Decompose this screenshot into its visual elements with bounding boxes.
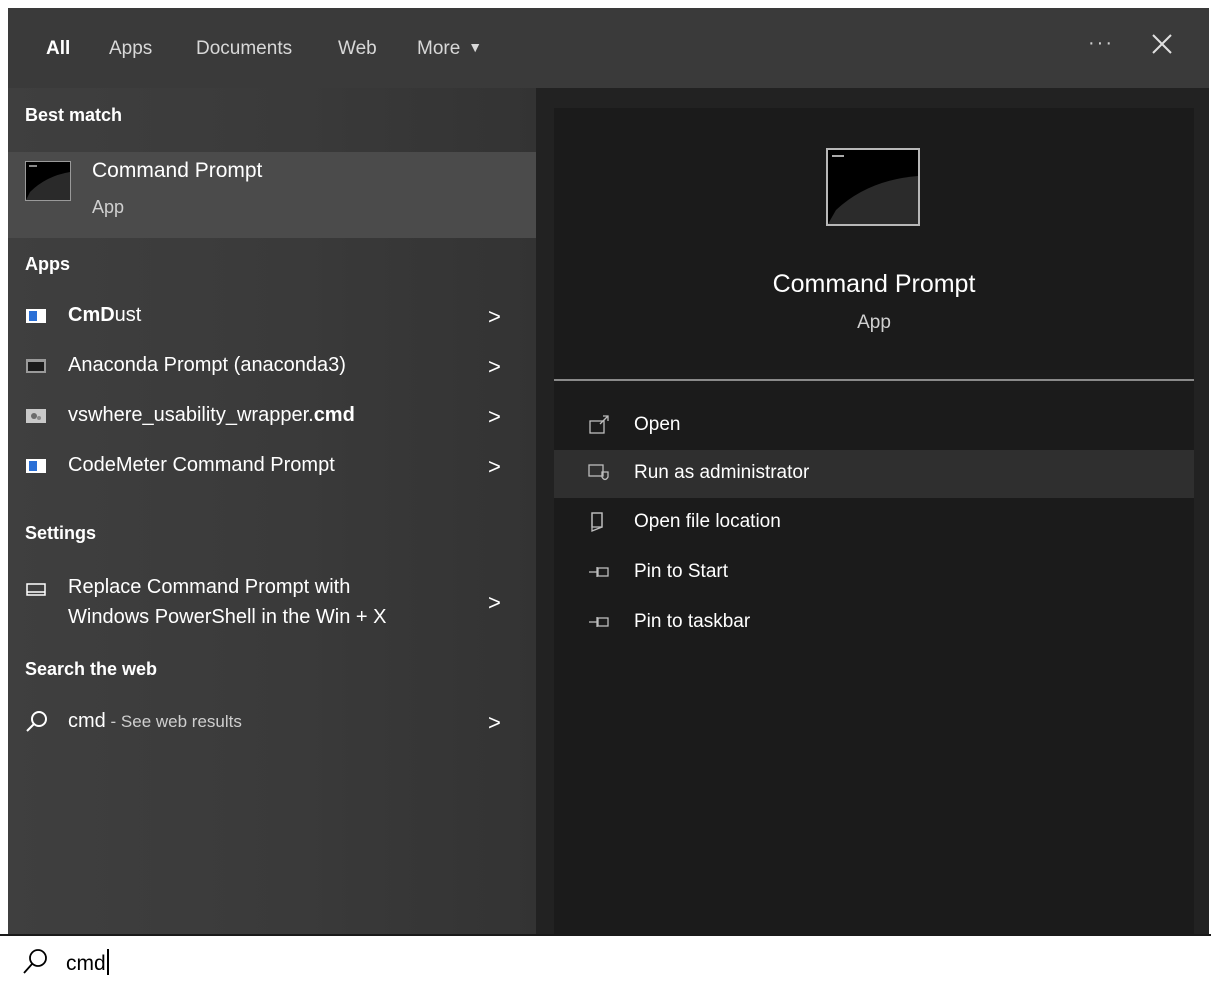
chevron-right-icon[interactable]: > xyxy=(488,590,501,616)
web-result[interactable]: cmd - See web results > xyxy=(8,700,536,746)
search-icon xyxy=(23,949,47,974)
tab-apps[interactable]: Apps xyxy=(109,38,152,60)
details-subtitle: App xyxy=(857,312,891,333)
action-run-as-administrator[interactable]: Run as administrator xyxy=(554,450,1194,498)
taskbar-settings-icon xyxy=(26,583,46,596)
action-label: Pin to Start xyxy=(634,561,728,582)
action-label: Open xyxy=(634,414,681,435)
action-pin-to-taskbar[interactable]: Pin to taskbar xyxy=(554,599,1194,647)
chevron-right-icon[interactable]: > xyxy=(488,304,501,330)
caret-down-icon: ▼ xyxy=(468,39,483,55)
tab-web[interactable]: Web xyxy=(338,38,377,60)
app-result-anaconda-prompt[interactable]: Anaconda Prompt (anaconda3) > xyxy=(8,344,536,390)
text-cursor xyxy=(106,949,109,975)
app-label: vswhere_usability_wrapper.cmd xyxy=(68,404,355,426)
chevron-right-icon[interactable]: > xyxy=(488,710,501,736)
action-open[interactable]: Open xyxy=(554,402,1194,450)
chevron-right-icon[interactable]: > xyxy=(488,454,501,480)
open-icon xyxy=(589,415,609,434)
web-result-label: cmd - See web results xyxy=(68,710,242,732)
command-prompt-icon xyxy=(25,161,71,201)
action-label: Pin to taskbar xyxy=(634,611,751,632)
details-divider xyxy=(554,379,1194,381)
search-input[interactable]: cmd xyxy=(66,949,109,976)
action-pin-to-start[interactable]: Pin to Start xyxy=(554,549,1194,597)
action-open-file-location[interactable]: Open file location xyxy=(554,499,1194,547)
app-result-vswhere[interactable]: vswhere_usability_wrapper.cmd > xyxy=(8,394,536,440)
script-file-icon xyxy=(26,409,46,423)
apps-heading: Apps xyxy=(25,254,70,274)
codemeter-app-icon xyxy=(26,459,46,473)
pin-icon xyxy=(589,567,609,577)
chevron-right-icon[interactable]: > xyxy=(488,404,501,430)
chevron-right-icon[interactable]: > xyxy=(488,354,501,380)
settings-heading: Settings xyxy=(25,523,97,543)
search-icon xyxy=(26,711,47,732)
best-match-title: Command Prompt xyxy=(92,159,263,182)
tab-more-label: More xyxy=(417,38,461,59)
search-box[interactable]: cmd xyxy=(0,934,1211,987)
best-match-heading: Best match xyxy=(25,105,123,125)
app-label: CmDust xyxy=(68,304,142,326)
search-window: All Apps Documents Web More ▼ ··· Best ma… xyxy=(8,8,1209,934)
file-location-icon xyxy=(591,512,603,532)
pin-icon xyxy=(589,617,609,627)
app-label: CodeMeter Command Prompt xyxy=(68,454,335,476)
filter-tab-bar: All Apps Documents Web More ▼ ··· xyxy=(8,8,1209,88)
action-label: Run as administrator xyxy=(634,462,810,483)
best-match-subtitle: App xyxy=(92,197,125,217)
app-result-cmdust[interactable]: CmDust > xyxy=(8,294,536,340)
app-result-codemeter[interactable]: CodeMeter Command Prompt > xyxy=(8,444,536,490)
app-label: Anaconda Prompt (anaconda3) xyxy=(68,354,346,376)
tab-all[interactable]: All xyxy=(46,38,70,60)
close-icon[interactable] xyxy=(1148,30,1176,58)
tab-documents[interactable]: Documents xyxy=(196,38,292,60)
search-web-heading: Search the web xyxy=(25,659,158,679)
settings-label: Replace Command Prompt with Windows Powe… xyxy=(68,576,387,628)
anaconda-prompt-icon xyxy=(26,359,46,373)
more-options-button[interactable]: ··· xyxy=(1088,32,1114,55)
settings-result-powershell[interactable]: Replace Command Prompt with Windows Powe… xyxy=(8,572,536,636)
cmdust-app-icon xyxy=(26,309,46,323)
command-prompt-large-icon xyxy=(826,148,920,226)
tab-more[interactable]: More ▼ xyxy=(417,38,482,60)
action-label: Open file location xyxy=(634,511,781,532)
best-match-item[interactable] xyxy=(8,152,536,238)
admin-shield-icon xyxy=(588,464,609,481)
details-title: Command Prompt xyxy=(772,270,976,298)
